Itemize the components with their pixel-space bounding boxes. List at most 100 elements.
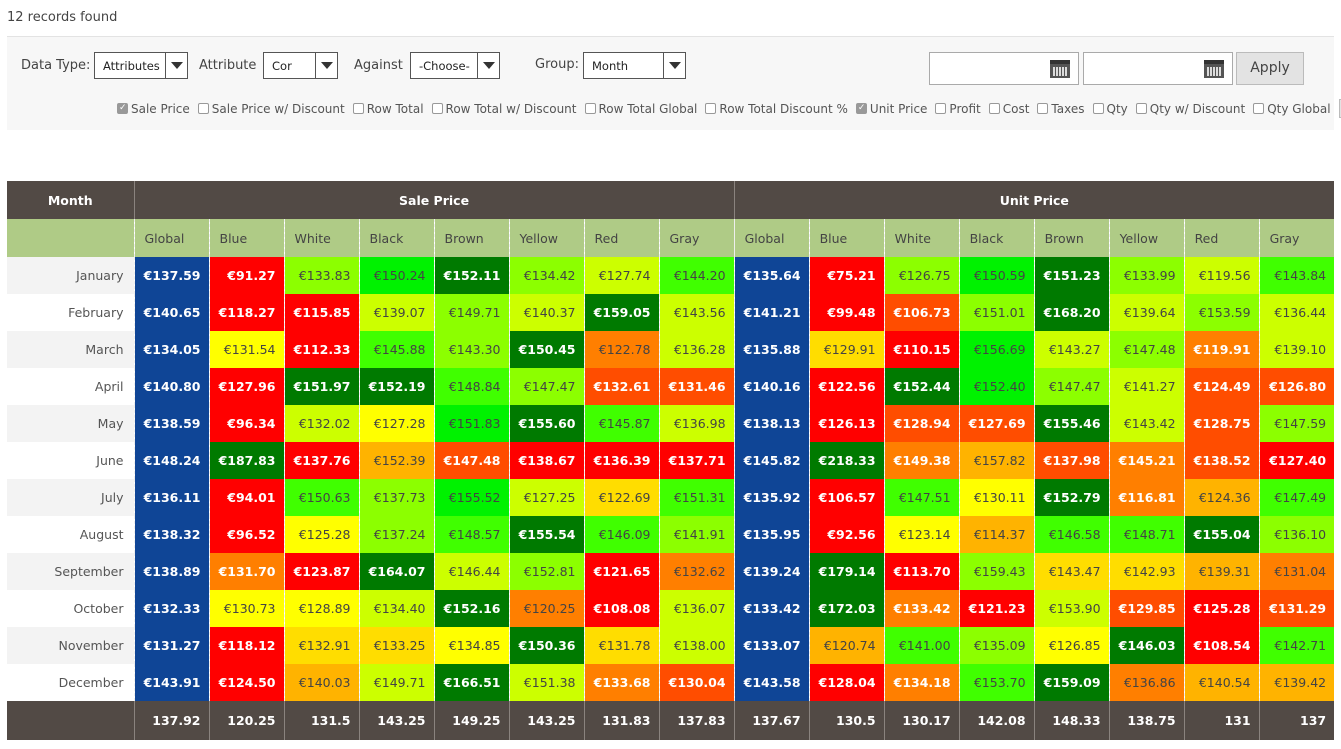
table-row: February €140.65 €118.27 €115.85 €139.07 €149… bbox=[7, 294, 1335, 331]
value-cell: €164.07 bbox=[358, 553, 434, 590]
calendar-icon[interactable] bbox=[1204, 60, 1224, 78]
value-cell: €133.25 bbox=[358, 627, 434, 664]
value-cell: €141.00 bbox=[883, 627, 960, 664]
checkbox-icon[interactable] bbox=[197, 103, 209, 114]
attribute-value: Cor bbox=[272, 59, 292, 73]
value-cell: €120.25 bbox=[508, 590, 584, 627]
value-cell: €131.04 bbox=[1258, 553, 1335, 590]
checkbox-icon[interactable] bbox=[117, 103, 128, 114]
checkbox-sale-price-w-discount[interactable]: Sale Price w/ Discount bbox=[197, 102, 345, 116]
checkbox-label: Qty w/ Discount bbox=[1149, 101, 1246, 116]
checkbox-row-total-global[interactable]: Row Total Global bbox=[584, 102, 697, 116]
against-value: -Choose- bbox=[419, 59, 470, 73]
data-type-select[interactable]: Attributes bbox=[94, 52, 188, 79]
value-cell: €146.58 bbox=[1033, 516, 1110, 553]
checkbox-label: Qty Global bbox=[1267, 101, 1331, 116]
checkbox-unit-price[interactable]: Unit Price bbox=[855, 102, 927, 116]
checkbox-icon[interactable] bbox=[1037, 103, 1049, 114]
value-cell: €122.56 bbox=[808, 368, 885, 405]
group-header-sale-price: Sale Price bbox=[133, 181, 735, 219]
value-cell: €150.45 bbox=[508, 331, 584, 368]
checkbox-icon[interactable] bbox=[1092, 103, 1104, 114]
value-cell: €187.83 bbox=[208, 442, 284, 479]
value-cell: €138.67 bbox=[508, 442, 584, 479]
value-cell: €108.54 bbox=[1183, 627, 1260, 664]
against-select[interactable]: -Choose- bbox=[410, 52, 500, 79]
value-cell: €129.91 bbox=[808, 331, 885, 368]
value-cell: €142.71 bbox=[1258, 627, 1335, 664]
checkbox-row-total-w-discount[interactable]: Row Total w/ Discount bbox=[431, 102, 577, 116]
value-cell: €143.91 bbox=[133, 664, 209, 701]
value-cell: €138.59 bbox=[133, 405, 209, 442]
value-cell: €148.57 bbox=[433, 516, 509, 553]
checkbox-icon[interactable] bbox=[431, 103, 443, 114]
checkbox-icon[interactable] bbox=[1253, 103, 1265, 114]
checkbox-row-total-discount-[interactable]: Row Total Discount % bbox=[705, 102, 848, 116]
checkbox-label: Row Total Discount % bbox=[719, 101, 848, 116]
value-cell: €141.21 bbox=[733, 294, 810, 331]
value-cell: €131.27 bbox=[133, 627, 209, 664]
column-header-red: Red bbox=[1183, 219, 1260, 257]
value-cell: €155.60 bbox=[508, 405, 584, 442]
checkbox-icon[interactable] bbox=[352, 103, 364, 114]
value-cell: €145.87 bbox=[583, 405, 659, 442]
value-cell: €114.37 bbox=[958, 516, 1035, 553]
checkbox-icon[interactable] bbox=[705, 103, 717, 114]
checkbox-icon[interactable] bbox=[584, 103, 596, 114]
value-cell: €139.07 bbox=[358, 294, 434, 331]
date-from-input[interactable] bbox=[929, 52, 1079, 85]
value-cell: €144.20 bbox=[658, 257, 735, 294]
checkbox-row-total[interactable]: Row Total bbox=[352, 102, 424, 116]
checkbox-taxes[interactable]: Taxes bbox=[1037, 102, 1085, 116]
month-cell: February bbox=[7, 294, 134, 331]
value-cell: €155.04 bbox=[1183, 516, 1260, 553]
checkbox-qty[interactable]: Qty bbox=[1092, 102, 1128, 116]
calendar-icon[interactable] bbox=[1050, 60, 1070, 78]
table-row: August €138.32 €96.52 €125.28 €137.24 €148.57… bbox=[7, 516, 1335, 553]
checkbox-icon[interactable] bbox=[935, 103, 947, 114]
table-row: November €131.27 €118.12 €132.91 €133.25 €134… bbox=[7, 627, 1335, 664]
total-cell: 143.25 bbox=[508, 701, 584, 740]
date-to-input[interactable] bbox=[1083, 52, 1233, 85]
month-cell: September bbox=[7, 553, 134, 590]
checkbox-icon[interactable] bbox=[1135, 103, 1147, 114]
total-cell: 137.67 bbox=[733, 701, 810, 740]
value-cell: €153.70 bbox=[958, 664, 1035, 701]
value-cell: €143.42 bbox=[1108, 405, 1185, 442]
month-cell: December bbox=[7, 664, 134, 701]
value-cell: €157.82 bbox=[958, 442, 1035, 479]
value-cell: €136.10 bbox=[1258, 516, 1335, 553]
value-cell: €132.62 bbox=[658, 553, 735, 590]
checkbox-qty-global[interactable]: Qty Global bbox=[1253, 101, 1331, 116]
group-select[interactable]: Month bbox=[583, 52, 686, 79]
checkbox-sale-price[interactable]: Sale Price bbox=[117, 102, 190, 116]
value-cell: €126.85 bbox=[1033, 627, 1110, 664]
checkbox-profit[interactable]: Profit bbox=[935, 102, 981, 116]
value-cell: €125.28 bbox=[1183, 590, 1260, 627]
value-cell: €110.15 bbox=[883, 331, 960, 368]
checkbox-qty-w-discount[interactable]: Qty w/ Discount bbox=[1135, 101, 1246, 116]
table-row: May €138.59 €96.34 €132.02 €127.28 €151.83 €15… bbox=[7, 405, 1335, 442]
value-cell: €115.85 bbox=[283, 294, 359, 331]
checkbox-cost[interactable]: Cost bbox=[988, 102, 1029, 116]
apply-button[interactable]: Apply bbox=[1236, 52, 1304, 85]
value-cell: €118.12 bbox=[208, 627, 284, 664]
value-cell: €136.39 bbox=[583, 442, 659, 479]
column-header-global: Global bbox=[133, 219, 209, 257]
attribute-select[interactable]: Cor bbox=[263, 52, 338, 79]
month-header: Month bbox=[7, 181, 134, 219]
value-cell: €156.69 bbox=[958, 331, 1035, 368]
metric-checkboxes: Sale Price Sale Price w/ Discount Row Tota… bbox=[117, 99, 1341, 118]
checkbox-icon[interactable] bbox=[855, 103, 867, 114]
value-cell: €124.50 bbox=[208, 664, 284, 701]
table-row: July €136.11 €94.01 €150.63 €137.73 €155.52 €1… bbox=[7, 479, 1335, 516]
value-cell: €121.65 bbox=[583, 553, 659, 590]
value-cell: €135.95 bbox=[733, 516, 810, 553]
value-cell: €129.85 bbox=[1108, 590, 1185, 627]
value-cell: €151.31 bbox=[658, 479, 735, 516]
value-cell: €147.49 bbox=[1258, 479, 1335, 516]
checkbox-icon[interactable] bbox=[988, 103, 1000, 114]
value-cell: €135.09 bbox=[958, 627, 1035, 664]
group-value: Month bbox=[592, 59, 629, 73]
data-type-label: Data Type: bbox=[21, 58, 91, 73]
